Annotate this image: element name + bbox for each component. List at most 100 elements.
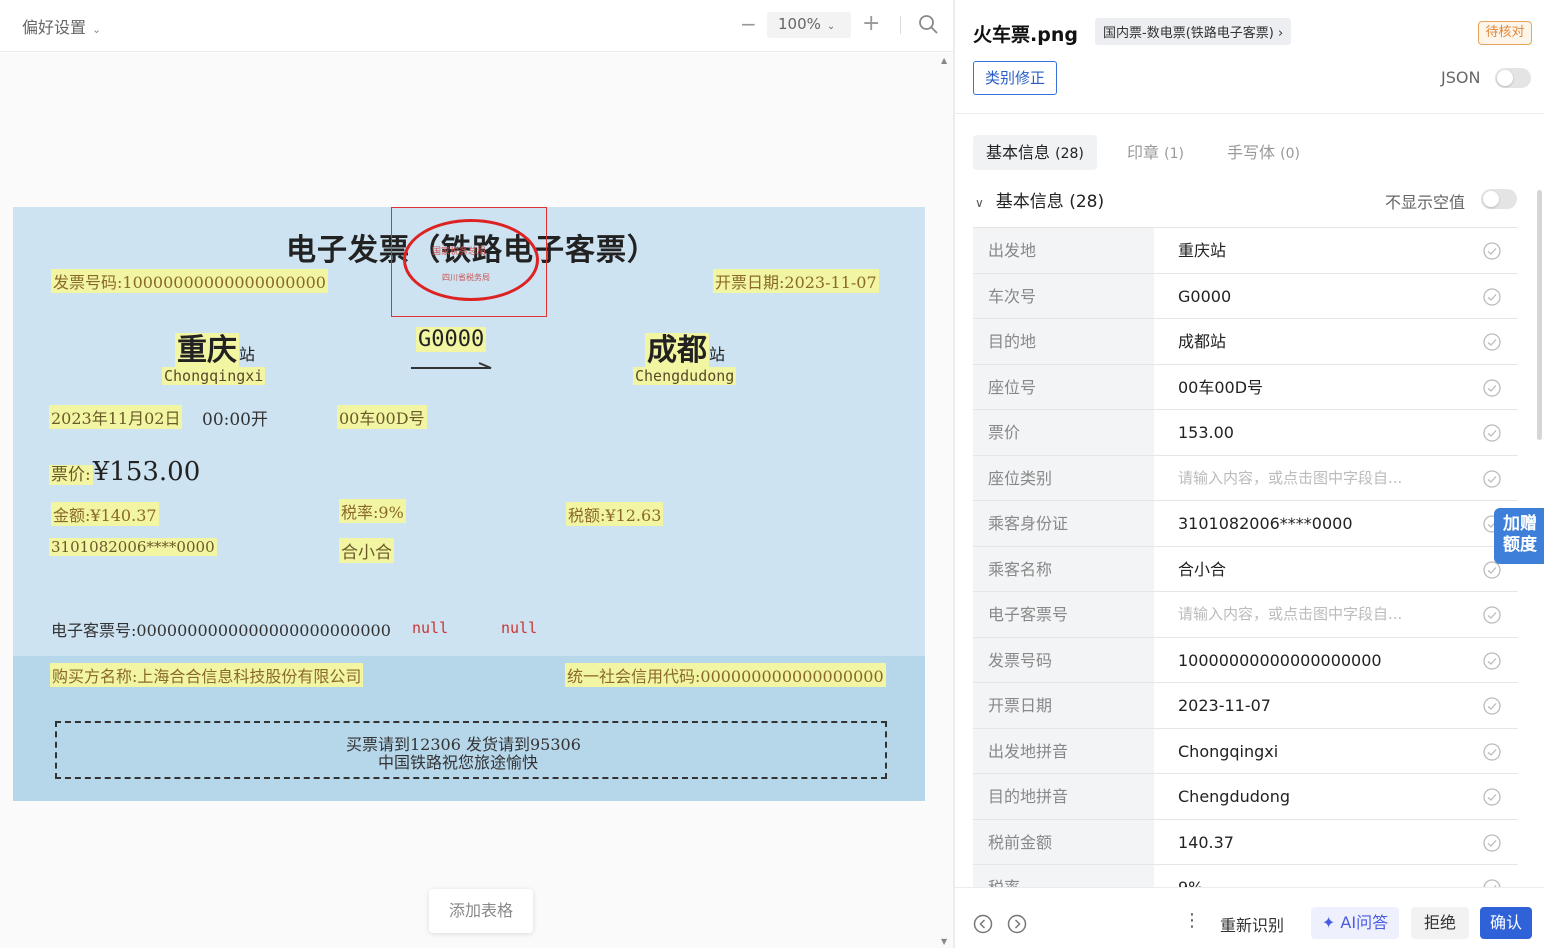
field-label: 乘客身份证 — [973, 501, 1154, 546]
category-fix-button[interactable]: 类别修正 — [973, 61, 1057, 95]
field-value[interactable]: Chengdudong — [1178, 774, 1290, 819]
field-row[interactable]: 乘客名称 合小合 — [973, 546, 1518, 592]
more-options-icon[interactable]: ⋮ — [1183, 910, 1201, 931]
train-ticket-image: 电子发票（铁路电子客票） 国家税务总局 四川省税务局 发票号码:10000000… — [13, 207, 925, 801]
tab-label: 手写体 — [1227, 143, 1276, 162]
field-row[interactable]: 出发地 重庆站 — [973, 228, 1518, 274]
ticket-tax-rate[interactable]: 税率:9% — [339, 499, 406, 523]
ticket-seat[interactable]: 00车00D号 — [337, 405, 427, 429]
section-title: 基本信息 (28) — [995, 192, 1105, 212]
field-placeholder[interactable]: 请输入内容，或点击图中字段自... — [1178, 592, 1402, 637]
previous-icon[interactable] — [973, 914, 993, 934]
field-value[interactable]: 00车00D号 — [1178, 365, 1263, 410]
field-value[interactable]: 140.37 — [1178, 820, 1234, 865]
field-value[interactable]: 重庆站 — [1178, 228, 1226, 273]
ticket-train-no[interactable]: G0000 — [416, 327, 487, 352]
tab-count: (0) — [1280, 146, 1300, 162]
check-circle-icon[interactable] — [1483, 378, 1501, 397]
rerecognize-button[interactable]: 重新识别 — [1220, 912, 1284, 936]
zoom-out-button[interactable]: − — [740, 12, 757, 36]
category-label: 国内票-数电票(铁路电子客票) — [1103, 26, 1274, 41]
zoom-select[interactable]: 100% ⌄ — [767, 12, 851, 38]
add-table-button[interactable]: 添加表格 — [429, 889, 533, 933]
field-list-scrollbar[interactable] — [1537, 190, 1542, 440]
field-row[interactable]: 目的地拼音 Chengdudong — [973, 774, 1518, 820]
extraction-pane: 火车票.png 国内票-数电票(铁路电子客票) › 待核对 类别修正 JSON … — [955, 0, 1544, 948]
zoom-in-button[interactable]: + — [862, 11, 880, 36]
field-value[interactable]: G0000 — [1178, 274, 1231, 319]
check-circle-icon[interactable] — [1483, 651, 1501, 670]
ticket-issue-date[interactable]: 开票日期:2023-11-07 — [713, 269, 879, 293]
field-value[interactable]: 3101082006****0000 — [1178, 501, 1353, 546]
field-row[interactable]: 目的地 成都站 — [973, 319, 1518, 365]
field-row[interactable]: 票价 153.00 — [973, 410, 1518, 456]
ticket-from-station[interactable]: 重庆站 — [175, 325, 255, 369]
field-label: 出发地 — [973, 228, 1154, 273]
check-circle-icon[interactable] — [1483, 606, 1501, 624]
viewer-scrollbar[interactable]: ▲ ▼ — [940, 56, 950, 946]
ticket-from-pinyin[interactable]: Chongqingxi — [162, 367, 266, 385]
check-circle-icon[interactable] — [1483, 287, 1501, 306]
field-row[interactable]: 车次号 G0000 — [973, 273, 1518, 319]
field-row[interactable]: 出发地拼音 Chongqingxi — [973, 728, 1518, 774]
tab-basic-info[interactable]: 基本信息 (28) — [973, 135, 1097, 170]
ticket-id-no[interactable]: 3101082006****0000 — [49, 538, 217, 556]
section-header-basic-info[interactable]: ∨ 基本信息 (28) — [975, 187, 1104, 212]
field-row[interactable]: 乘客身份证 3101082006****0000 — [973, 501, 1518, 547]
field-value[interactable]: 153.00 — [1178, 410, 1234, 455]
ticket-to-station[interactable]: 成都站 — [645, 325, 725, 369]
scroll-up-icon[interactable]: ▲ — [941, 56, 947, 65]
tab-handwriting[interactable]: 手写体 (0) — [1227, 135, 1300, 170]
category-tag[interactable]: 国内票-数电票(铁路电子客票) › — [1095, 18, 1292, 45]
scroll-down-icon[interactable]: ▼ — [941, 937, 947, 946]
preferences-dropdown[interactable]: 偏好设置 ⌄ — [22, 14, 101, 38]
search-icon[interactable] — [918, 14, 938, 34]
check-circle-icon[interactable] — [1483, 469, 1501, 488]
ticket-fare[interactable]: 票价:¥153.00 — [49, 457, 200, 487]
field-label: 票价 — [973, 410, 1154, 455]
field-row[interactable]: 座位号 00车00D号 — [973, 364, 1518, 410]
ticket-buyer[interactable]: 购买方名称:上海合合信息科技股份有限公司 — [50, 663, 364, 687]
field-value[interactable]: Chongqingxi — [1178, 729, 1278, 774]
field-row[interactable]: 电子客票号 请输入内容，或点击图中字段自... — [973, 592, 1518, 638]
bonus-quota-button[interactable]: 加赠额度 — [1494, 508, 1544, 564]
field-row[interactable]: 开票日期 2023-11-07 — [973, 683, 1518, 729]
ticket-invoice-no[interactable]: 发票号码:10000000000000000000 — [51, 269, 328, 293]
check-circle-icon[interactable] — [1483, 879, 1501, 887]
check-circle-icon[interactable] — [1483, 333, 1501, 351]
reject-button[interactable]: 拒绝 — [1411, 907, 1469, 939]
check-circle-icon[interactable] — [1483, 424, 1501, 442]
field-value[interactable]: 10000000000000000000 — [1178, 638, 1382, 683]
ai-qa-button[interactable]: ✦ AI问答 — [1311, 907, 1399, 939]
field-value[interactable]: 2023-11-07 — [1178, 683, 1271, 728]
hide-empty-toggle[interactable] — [1481, 189, 1517, 209]
ticket-amount[interactable]: 金额:¥140.37 — [51, 502, 159, 526]
field-value[interactable]: 成都站 — [1178, 319, 1226, 364]
field-placeholder[interactable]: 请输入内容，或点击图中字段自... — [1178, 456, 1402, 501]
field-value[interactable]: 9% — [1178, 865, 1203, 887]
ticket-depart-date[interactable]: 2023年11月02日 — [49, 405, 183, 429]
ticket-message: 中国铁路祝您旅途愉快 — [378, 753, 539, 772]
check-circle-icon[interactable] — [1483, 242, 1501, 260]
ticket-to-pinyin[interactable]: Chengdudong — [633, 367, 737, 385]
preferences-label: 偏好设置 — [22, 18, 87, 37]
json-toggle[interactable] — [1495, 68, 1531, 88]
field-row[interactable]: 税前金额 140.37 — [973, 819, 1518, 865]
ticket-tax-amount[interactable]: 税额:¥12.63 — [566, 502, 664, 526]
field-value[interactable]: 合小合 — [1178, 547, 1226, 592]
check-circle-icon[interactable] — [1483, 742, 1501, 761]
chevron-down-icon: ⌄ — [92, 23, 102, 36]
field-row[interactable]: 发票号码 10000000000000000000 — [973, 637, 1518, 683]
check-circle-icon[interactable] — [1483, 833, 1501, 852]
check-circle-icon[interactable] — [1483, 697, 1501, 715]
fare-label: 票价: — [49, 465, 93, 485]
field-row[interactable]: 税率 9% — [973, 865, 1518, 887]
ticket-credit-code[interactable]: 统一社会信用代码:000000000000000000 — [565, 663, 886, 687]
confirm-button[interactable]: 确认 — [1480, 907, 1532, 939]
chevron-down-icon: ⌄ — [826, 21, 836, 32]
tab-seal[interactable]: 印章 (1) — [1127, 135, 1184, 170]
next-icon[interactable] — [1007, 914, 1027, 934]
check-circle-icon[interactable] — [1483, 788, 1501, 806]
field-row[interactable]: 座位类别 请输入内容，或点击图中字段自... — [973, 455, 1518, 501]
ticket-passenger[interactable]: 合小合 — [339, 538, 394, 563]
